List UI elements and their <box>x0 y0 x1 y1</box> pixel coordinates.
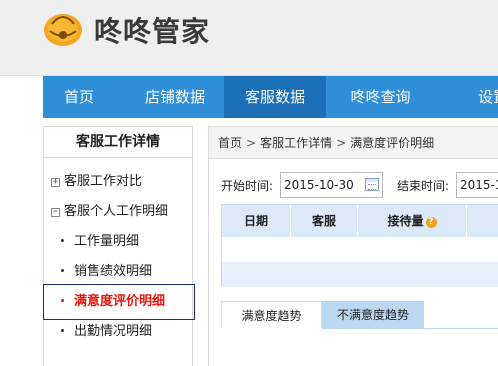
nav-item-service-data[interactable]: 客服数据 <box>224 76 326 118</box>
sidebar-group-label: 客服个人工作明细 <box>64 204 169 219</box>
sidebar-group-personal[interactable]: − 客服个人工作明细 <box>44 197 194 227</box>
nav-item-settings[interactable]: 设置 <box>463 76 498 118</box>
sidebar-item-workload[interactable]: 工作量明细 <box>44 227 194 257</box>
sidebar-group-compare[interactable]: + 客服工作对比 <box>44 167 194 197</box>
app-brand: 咚咚管家 <box>94 15 211 48</box>
breadcrumb-service-details[interactable]: 客服工作详情 <box>260 136 332 150</box>
column-header-date[interactable]: 日期 <box>222 205 290 237</box>
collapse-icon[interactable]: − <box>51 208 60 217</box>
bullet-icon <box>61 299 64 302</box>
table-row <box>222 262 498 287</box>
column-header-more <box>467 205 498 237</box>
start-date-value: 2015-10-30 <box>284 178 354 192</box>
column-header-reception[interactable]: 接待量? <box>358 205 466 237</box>
column-header-agent[interactable]: 客服 <box>291 205 357 237</box>
sidebar-item-label: 工作量明细 <box>74 234 140 249</box>
bullet-icon <box>61 239 64 242</box>
tab-satisfaction-trend[interactable]: 满意度趋势 <box>221 301 322 329</box>
start-date-input[interactable]: 2015-10-30 <box>280 172 383 198</box>
data-table: 日期 客服 接待量? <box>221 204 498 287</box>
column-header-reception-label: 接待量 <box>387 214 424 228</box>
bullet-icon <box>61 269 64 272</box>
nav-item-home[interactable]: 首页 <box>43 76 115 118</box>
app-header: 咚咚管家 <box>0 0 498 76</box>
breadcrumb-current: 满意度评价明细 <box>350 136 435 150</box>
start-time-label: 开始时间: <box>221 179 274 193</box>
bullet-icon <box>61 329 64 332</box>
sidebar-item-sales[interactable]: 销售绩效明细 <box>44 257 194 287</box>
end-date-input[interactable]: 2015-1 <box>456 172 498 198</box>
sidebar-title: 客服工作详情 <box>44 127 192 158</box>
breadcrumb-home[interactable]: 首页 <box>218 136 242 150</box>
breadcrumb: 首页 > 客服工作详情 > 满意度评价明细 <box>208 126 498 159</box>
end-date-value: 2015-1 <box>460 178 498 192</box>
tab-dissatisfaction-trend[interactable]: 不满意度趋势 <box>322 301 424 329</box>
calendar-icon[interactable] <box>365 178 379 191</box>
sidebar-item-satisfaction[interactable]: 满意度评价明细 <box>43 284 195 320</box>
breadcrumb-separator: > <box>336 136 347 150</box>
sidebar: 客服工作详情 + 客服工作对比 − 客服个人工作明细 工作量明细 销售绩效明细 满意… <box>43 126 195 366</box>
nav-item-store-data[interactable]: 店铺数据 <box>125 76 225 118</box>
sidebar-group-label: 客服工作对比 <box>64 174 143 189</box>
table-row <box>222 237 498 262</box>
question-icon[interactable]: ? <box>425 217 437 228</box>
end-time-label: 结束时间: <box>397 179 450 193</box>
sidebar-item-label: 出勤情况明细 <box>74 324 153 339</box>
main-nav: 首页 店铺数据 客服数据 咚咚查询 设置 <box>43 76 498 118</box>
sidebar-item-attendance[interactable]: 出勤情况明细 <box>44 317 194 347</box>
breadcrumb-separator: > <box>246 136 257 150</box>
expand-icon[interactable]: + <box>51 178 60 187</box>
nav-item-dongdong-query[interactable]: 咚咚查询 <box>327 76 434 118</box>
content-divider <box>208 159 209 366</box>
bell-logo-icon <box>44 14 82 46</box>
sidebar-item-label: 销售绩效明细 <box>74 264 153 279</box>
sidebar-item-label: 满意度评价明细 <box>74 294 166 309</box>
